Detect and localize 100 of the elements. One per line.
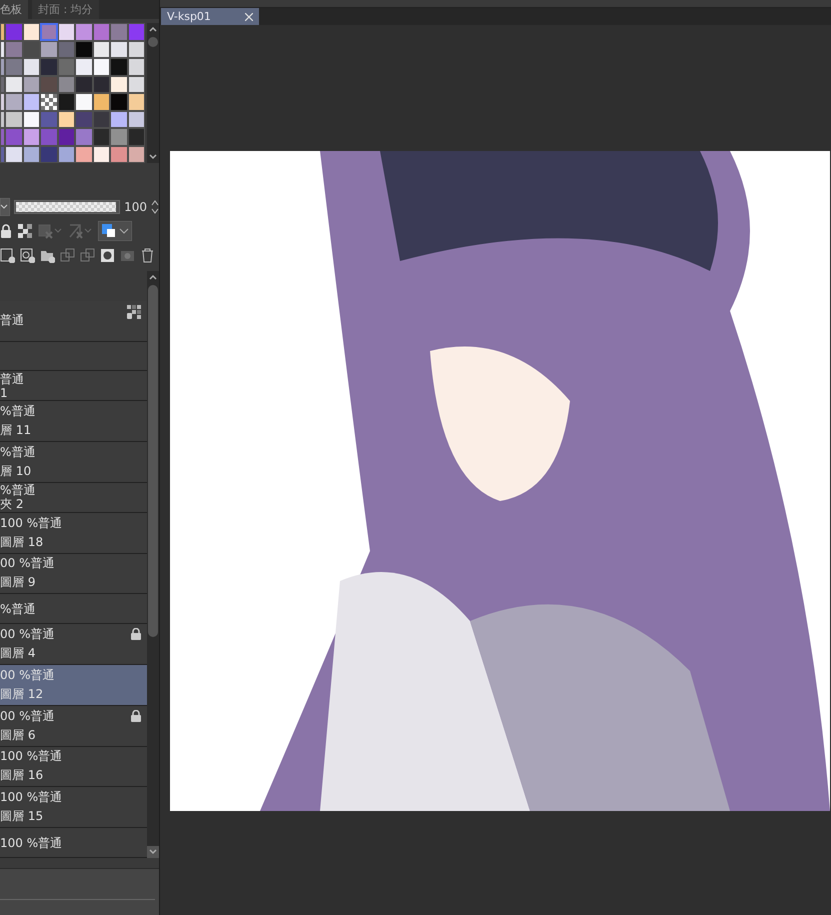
color-swatch[interactable] — [128, 23, 145, 40]
color-swatch[interactable] — [0, 23, 5, 40]
color-swatch[interactable] — [75, 76, 92, 93]
color-swatch[interactable] — [5, 110, 22, 128]
color-swatch[interactable] — [92, 58, 110, 76]
color-swatch[interactable] — [40, 40, 58, 58]
color-swatch[interactable] — [40, 58, 58, 76]
color-swatch[interactable] — [75, 128, 92, 146]
layer-row[interactable]: 00 %普通 圖層 9 — [0, 554, 147, 594]
layer-color-dropdown-icon[interactable] — [98, 221, 132, 241]
color-swatch[interactable] — [110, 23, 128, 40]
color-swatch[interactable] — [5, 146, 22, 163]
scroll-thumb[interactable] — [148, 285, 158, 637]
color-swatch[interactable] — [75, 40, 92, 58]
color-swatch[interactable] — [40, 146, 58, 163]
color-swatch[interactable] — [110, 40, 128, 58]
layer-mask-icon[interactable] — [100, 248, 115, 262]
panel-tab[interactable]: 封面 : 均分 — [32, 0, 99, 19]
document-tab[interactable]: V-ksp01 — [161, 8, 259, 25]
scroll-bar[interactable] — [147, 23, 159, 163]
close-icon[interactable] — [245, 12, 253, 20]
layer-name: 1 — [0, 386, 9, 400]
blend-mode-label: 00 %普通 — [0, 666, 56, 684]
new-raster-layer-icon[interactable] — [0, 248, 15, 262]
color-swatch[interactable] — [0, 146, 5, 163]
dropdown-icon[interactable] — [0, 198, 10, 216]
layer-name: 層 11 — [0, 422, 32, 440]
color-swatch[interactable] — [58, 93, 75, 110]
color-swatch[interactable] — [22, 23, 40, 40]
color-swatch[interactable] — [40, 128, 58, 146]
color-swatch[interactable] — [58, 23, 75, 40]
color-swatch[interactable] — [110, 93, 128, 110]
delete-icon[interactable] — [140, 248, 155, 262]
color-swatch[interactable] — [128, 128, 145, 146]
color-swatch[interactable] — [5, 40, 22, 58]
color-swatch[interactable] — [5, 76, 22, 93]
blend-mode-label: 100 %普通 — [0, 514, 64, 532]
color-swatch[interactable] — [40, 23, 58, 40]
color-swatch[interactable] — [75, 93, 92, 110]
color-swatch[interactable] — [0, 93, 5, 110]
color-swatch[interactable] — [110, 110, 128, 128]
layer-name: 圖層 18 — [0, 534, 44, 551]
color-swatch[interactable] — [22, 93, 40, 110]
blend-mode-label: %普通 — [0, 403, 36, 420]
color-swatch[interactable] — [22, 58, 40, 76]
lock-icon[interactable] — [0, 224, 12, 238]
color-swatch[interactable] — [110, 58, 128, 76]
layer-row[interactable]: 100 %普通 圖層 16 — [0, 746, 147, 788]
color-swatch[interactable] — [0, 128, 5, 146]
color-swatch[interactable] — [5, 128, 22, 146]
color-swatch[interactable] — [40, 76, 58, 93]
transfer-layer-icon[interactable] — [60, 248, 75, 262]
blend-mode-label: 100 %普通 — [0, 789, 64, 806]
merge-layer-icon[interactable] — [80, 248, 95, 262]
color-swatch[interactable] — [92, 23, 110, 40]
blend-mode-label: 普通 — [0, 372, 25, 386]
color-swatch[interactable] — [110, 76, 128, 93]
blend-mode-label: %普通 — [0, 602, 36, 616]
scroll-down-icon[interactable] — [147, 846, 159, 858]
color-swatch[interactable] — [128, 58, 145, 76]
opacity-slider[interactable] — [14, 200, 120, 214]
color-swatch[interactable] — [92, 128, 110, 146]
color-swatch[interactable] — [0, 40, 5, 58]
layer-name: 圖層 9 — [0, 574, 36, 592]
color-swatch[interactable] — [58, 58, 75, 76]
reference-dropdown-icon[interactable] — [68, 223, 92, 239]
scroll-bar[interactable] — [147, 271, 159, 858]
color-swatch[interactable] — [40, 110, 58, 128]
transparent-swatch[interactable] — [40, 93, 58, 110]
color-swatch[interactable] — [0, 58, 5, 76]
transparency-lock-icon[interactable] — [18, 224, 32, 238]
blend-mode-label: 普通 — [0, 312, 25, 330]
color-swatch[interactable] — [75, 110, 92, 128]
color-swatch[interactable] — [75, 58, 92, 76]
color-swatch[interactable] — [75, 146, 92, 163]
clipping-dropdown-icon[interactable] — [38, 223, 62, 239]
color-swatch[interactable] — [128, 93, 145, 110]
color-swatch[interactable] — [75, 23, 92, 40]
color-swatch[interactable] — [0, 76, 5, 93]
color-swatch[interactable] — [5, 93, 22, 110]
color-swatch[interactable] — [58, 128, 75, 146]
color-swatch[interactable] — [5, 58, 22, 76]
spinner-icon[interactable] — [151, 199, 159, 215]
color-swatch[interactable] — [92, 93, 110, 110]
layer-name: 圖層 16 — [0, 767, 44, 784]
layer-name: 圖層 6 — [0, 726, 36, 744]
color-swatch[interactable] — [22, 128, 40, 146]
color-swatch[interactable] — [110, 146, 128, 163]
new-vector-layer-icon[interactable] — [20, 248, 35, 262]
color-swatch[interactable] — [0, 110, 5, 128]
layer-name: 圖層 15 — [0, 808, 44, 826]
color-swatch[interactable] — [5, 23, 22, 40]
layer-row[interactable]: 00 %普通 圖層 12 — [0, 665, 147, 706]
scroll-thumb[interactable] — [148, 37, 158, 47]
panel-tab[interactable]: 色板 — [0, 0, 28, 19]
blend-mode-label: 00 %普通 — [0, 626, 56, 644]
layer-row[interactable]: 普通 1 — [0, 371, 147, 402]
layer-row[interactable]: %普通 夾 2 — [0, 482, 147, 513]
color-swatch[interactable] — [110, 128, 128, 146]
blend-mode-label: %普通 — [0, 444, 36, 462]
